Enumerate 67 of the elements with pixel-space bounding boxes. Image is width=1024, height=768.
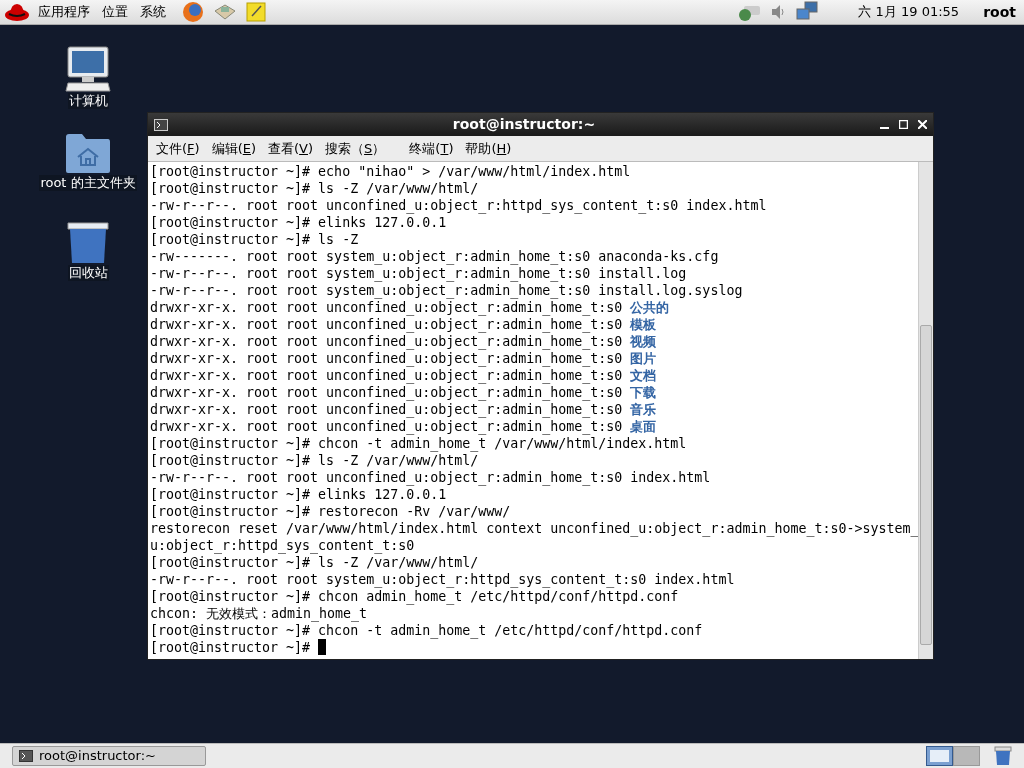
terminal-line: drwxr-xr-x. root root unconfined_u:object_r:admin_home_t:s0 — [150, 367, 624, 384]
computer-icon — [64, 45, 112, 93]
directory-name: 音乐 — [630, 401, 657, 418]
desktop-icon-label[interactable]: root 的主文件夹 — [39, 175, 137, 191]
window-title: root@instructor:~ — [451, 115, 597, 134]
terminal-line: drwxr-xr-x. root root unconfined_u:object_r:admin_home_t:s0 — [150, 418, 624, 435]
terminal-line: [root@instructor ~]# echo "nihao" > /var/www/html/index.html — [150, 163, 631, 180]
terminal-line: [root@instructor ~]# elinks 127.0.0.1 — [150, 486, 447, 503]
panel-menu[interactable]: 系统 — [140, 2, 166, 22]
volume-icon[interactable] — [770, 3, 787, 21]
home-folder-icon — [64, 131, 112, 175]
terminal-line: restorecon reset /var/www/html/index.html context unconfined_u:object_r:admin_home_t:s0->system_ — [150, 520, 918, 537]
terminal-line: drwxr-xr-x. root root unconfined_u:object_r:admin_home_t:s0 — [150, 333, 624, 350]
terminal-line: -rw-r--r--. root root unconfined_u:object_r:admin_home_t:s0 index.html — [150, 469, 711, 486]
menu-item[interactable]: 查看(V) — [264, 138, 318, 159]
hat-logo-icon[interactable] — [4, 1, 30, 23]
terminal-line: drwxr-xr-x. root root unconfined_u:object_r:admin_home_t:s0 — [150, 299, 624, 316]
terminal-line: -rw-r--r--. root root system_u:object_r:admin_home_t:s0 install.log.syslog — [150, 282, 743, 299]
directory-name: 下载 — [630, 384, 657, 401]
directory-name: 图片 — [630, 350, 657, 367]
terminal-line: [root@instructor ~]# ls -Z /var/www/html/ — [150, 452, 479, 469]
maximize-icon[interactable] — [899, 120, 908, 129]
terminal-line: -rw-------. root root system_u:object_r:admin_home_t:s0 anaconda-ks.cfg — [150, 248, 719, 265]
notepad-icon[interactable] — [246, 2, 266, 22]
panel-menu[interactable]: 应用程序 — [38, 2, 90, 22]
terminal-line: [root@instructor ~]# ls -Z /var/www/html/ — [150, 554, 479, 571]
terminal-icon — [19, 750, 33, 762]
terminal-line: -rw-r--r--. root root system_u:object_r:admin_home_t:s0 install.log — [150, 265, 687, 282]
menu-item[interactable]: 文件(F) — [152, 138, 204, 159]
terminal-line: [root@instructor ~]# restorecon -Rv /var/www/ — [150, 503, 511, 520]
trash-icon[interactable] — [994, 746, 1012, 766]
computers-icon[interactable] — [796, 1, 819, 23]
clock[interactable]: 六 1月 19 01:55 — [858, 2, 960, 22]
terminal-icon — [154, 118, 168, 131]
terminal-line: drwxr-xr-x. root root unconfined_u:object_r:admin_home_t:s0 — [150, 384, 624, 401]
desktop-icon-label[interactable]: 计算机 — [67, 93, 109, 109]
user-name[interactable]: root — [983, 1, 1016, 23]
scrollbar-thumb[interactable] — [920, 325, 932, 645]
menu-item[interactable]: 帮助(H) — [461, 138, 516, 159]
menu-item[interactable]: 终端(T) — [405, 138, 458, 159]
terminal-line: drwxr-xr-x. root root unconfined_u:object_r:admin_home_t:s0 — [150, 350, 624, 367]
terminal-line: [root@instructor ~]# chcon -t admin_home_t /etc/httpd/conf/httpd.conf — [150, 622, 703, 639]
terminal-line: [root@instructor ~]# ls -Z — [150, 231, 359, 248]
terminal-line: [root@instructor ~]# chcon -t admin_home_t /var/www/html/index.html — [150, 435, 687, 452]
terminal-line: drwxr-xr-x. root root unconfined_u:object_r:admin_home_t:s0 — [150, 316, 624, 333]
terminal-line: drwxr-xr-x. root root unconfined_u:object_r:admin_home_t:s0 — [150, 401, 624, 418]
directory-name: 桌面 — [630, 418, 657, 435]
directory-name: 文档 — [630, 367, 657, 384]
terminal-line: -rw-r--r--. root root unconfined_u:object_r:httpd_sys_content_t:s0 index.html — [150, 197, 767, 214]
directory-name: 视频 — [630, 333, 657, 350]
terminal-line: [root@instructor ~]# chcon admin_home_t /etc/httpd/conf/httpd.conf — [150, 588, 679, 605]
terminal-line: [root@instructor ~]# elinks 127.0.0.1 — [150, 214, 447, 231]
terminal-line: [root@instructor ~]# ls -Z /var/www/html/ — [150, 180, 479, 197]
taskbar-button[interactable]: root@instructor:~ — [12, 746, 206, 766]
terminal-line: chcon: 无效模式：admin_home_t — [150, 605, 368, 622]
terminal-line: -rw-r--r--. root root system_u:object_r:httpd_sys_content_t:s0 index.html — [150, 571, 735, 588]
directory-name: 公共的 — [630, 299, 670, 316]
terminal-line: [root@instructor ~]# — [150, 639, 312, 656]
desktop-icon-label[interactable]: 回收站 — [67, 265, 109, 281]
panel-menu[interactable]: 位置 — [102, 2, 128, 22]
menu-item[interactable]: 编辑(E) — [207, 138, 260, 159]
close-icon[interactable] — [918, 120, 927, 129]
menu-item[interactable]: 搜索（S） — [321, 138, 390, 159]
terminal-line: u:object_r:httpd_sys_content_t:s0 — [150, 537, 415, 554]
scrollbar[interactable] — [918, 162, 933, 659]
directory-name: 模板 — [630, 316, 657, 333]
workspace[interactable] — [926, 746, 953, 766]
